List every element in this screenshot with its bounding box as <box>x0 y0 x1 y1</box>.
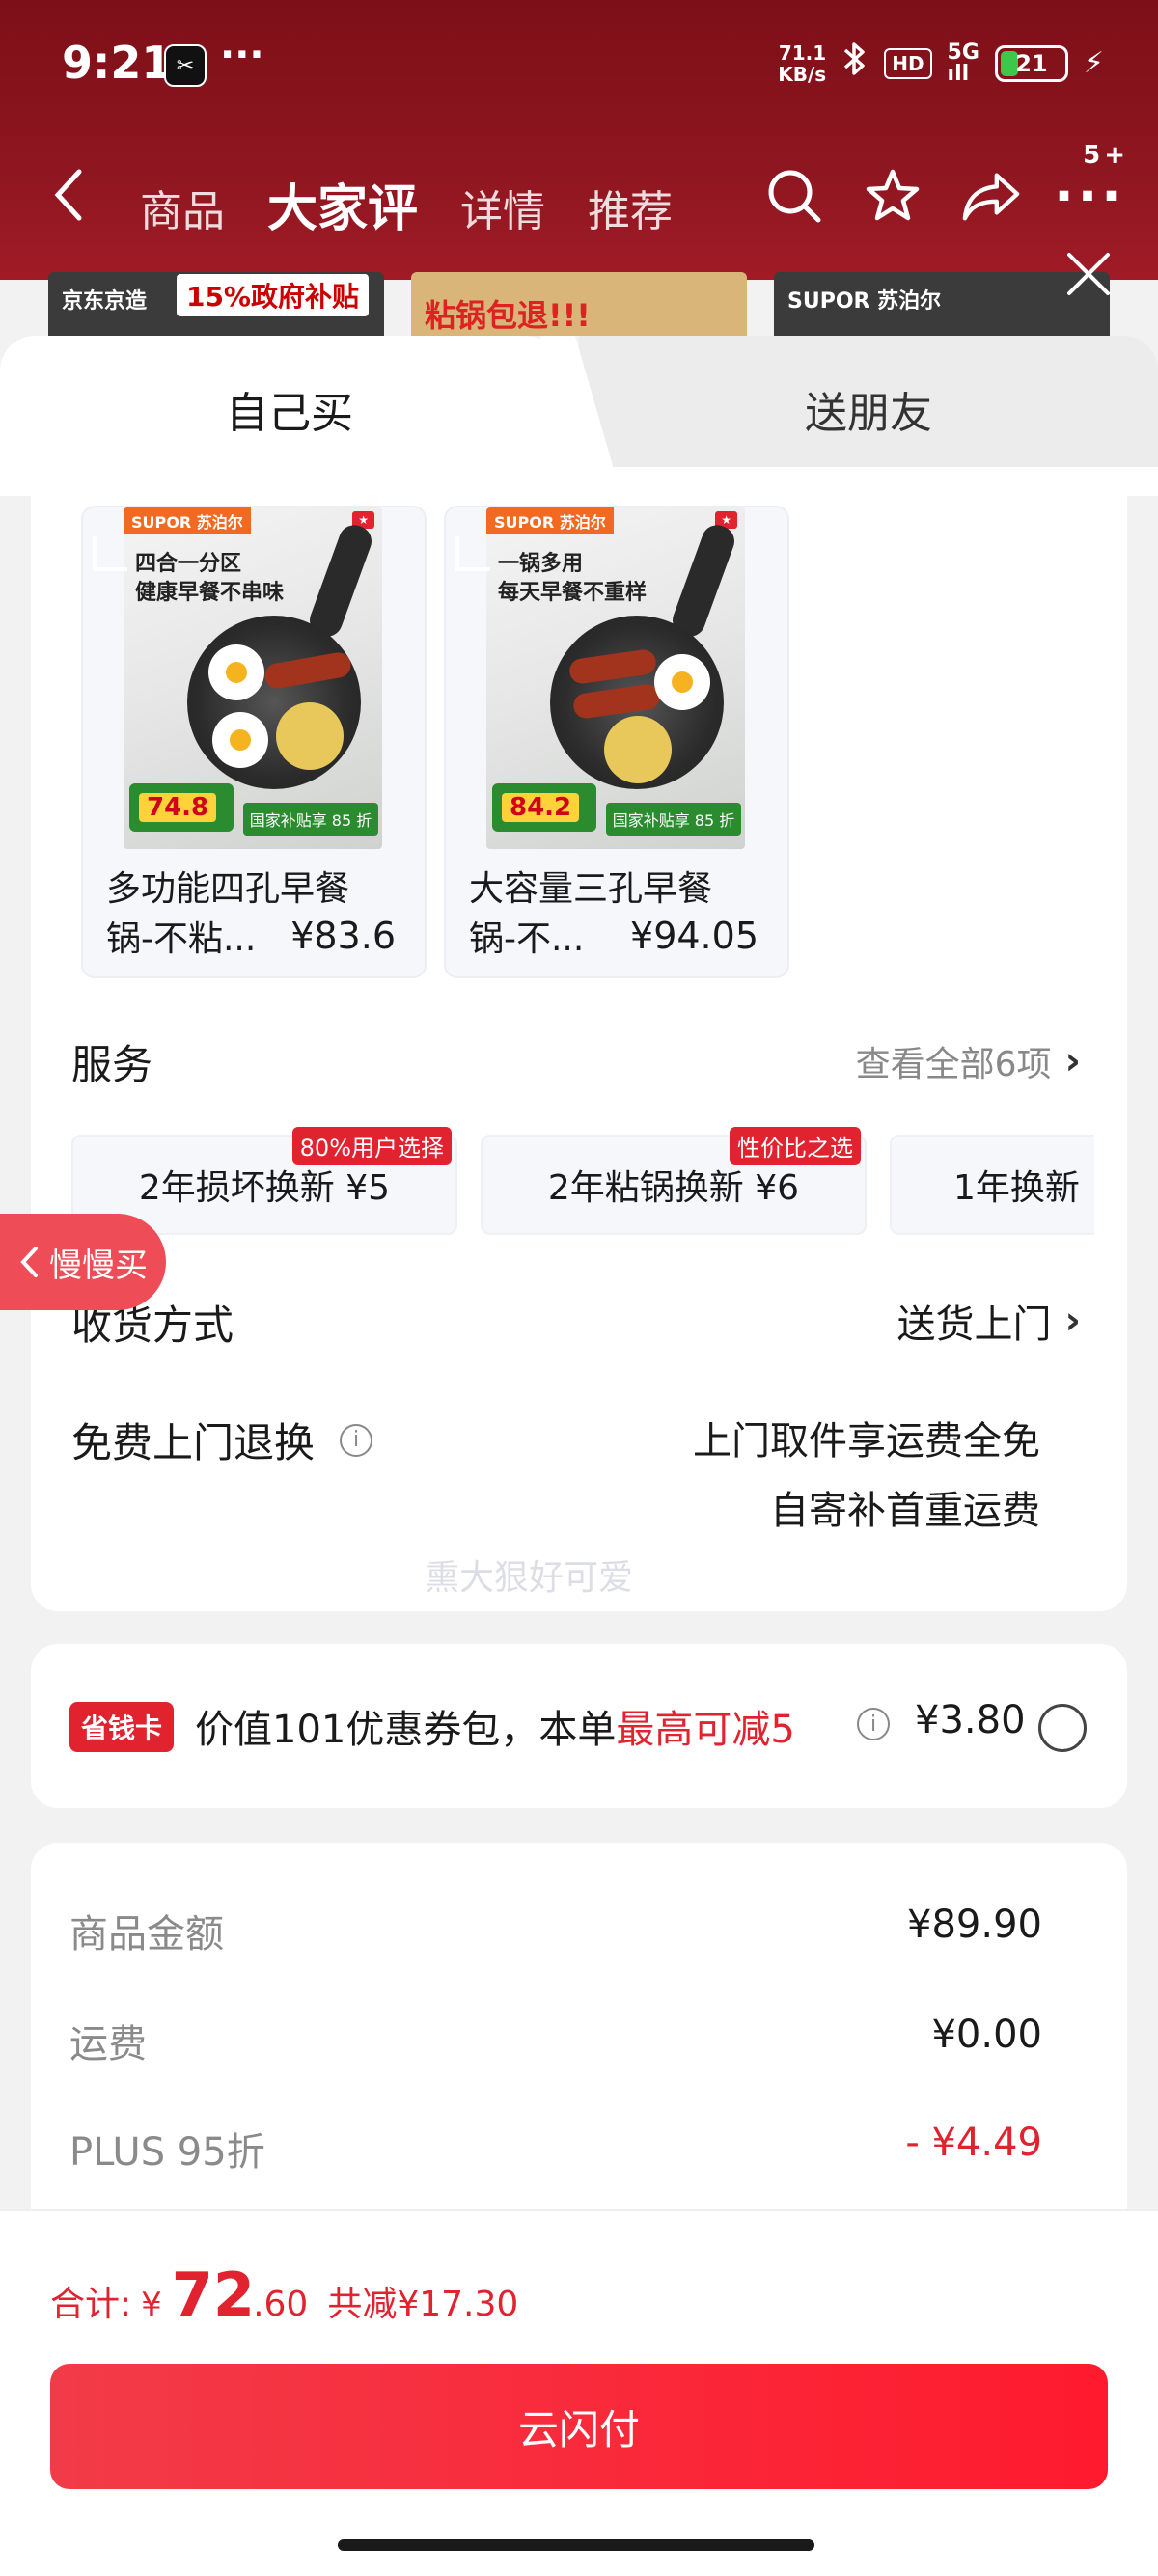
purchase-mode-tabs: 送朋友 自己买 <box>0 336 1158 482</box>
price-tag: 84.2 <box>492 783 596 832</box>
service-option[interactable]: 1年换新 <box>890 1135 1094 1235</box>
more-menu-icon[interactable]: ··· 5+ <box>1054 141 1125 227</box>
battery-icon: 21 <box>994 44 1068 82</box>
service-tag: 80%用户选择 <box>291 1127 452 1165</box>
order-options-card: SUPOR 苏泊尔 ★ 四合一分区 健康早餐不串味 74.8 国家补贴享 85 <box>0 467 1158 1611</box>
checkout-bar: 合计: ¥ 72 .60 共减¥17.30 云闪付 <box>0 2209 1158 2576</box>
total-saved: 共减¥17.30 <box>327 2285 519 2324</box>
slow-buy-button[interactable]: 慢慢买 <box>0 1214 166 1310</box>
search-icon[interactable] <box>764 166 824 226</box>
product-options: SUPOR 苏泊尔 ★ 四合一分区 健康早餐不串味 74.8 国家补贴享 85 <box>81 506 789 978</box>
coupon-select-radio[interactable] <box>1038 1704 1087 1752</box>
nav-actions: ··· 5+ <box>764 141 1125 227</box>
service-label: 服务 <box>71 1041 153 1088</box>
bluetooth-icon <box>841 41 868 86</box>
favorite-star-icon[interactable] <box>863 166 923 226</box>
unionpay-quickpass-button[interactable]: 云闪付 <box>50 2364 1108 2489</box>
view-all-services[interactable]: 查看全部6项 › <box>856 1036 1081 1086</box>
summary-row: 运费 ¥0.00 <box>69 2013 1042 2067</box>
free-return-details: 上门取件享运费全免 自寄补首重运费 <box>693 1419 1040 1533</box>
status-indicators: 71.1 KB/s HD 5G ıll 21 ⚡ <box>778 41 1104 86</box>
expand-image-icon[interactable] <box>93 536 127 571</box>
pan-graphic <box>187 616 361 789</box>
free-return-label: 免费上门退换 i <box>71 1411 373 1469</box>
product-image: SUPOR 苏泊尔 ★ 四合一分区 健康早餐不串味 74.8 国家补贴享 85 <box>124 507 382 849</box>
info-icon[interactable]: i <box>857 1708 890 1740</box>
nav-tabs: 商品 大家评 详情 推荐 <box>140 168 673 240</box>
service-tag: 性价比之选 <box>730 1127 861 1165</box>
share-icon[interactable] <box>961 166 1021 226</box>
chevron-left-icon <box>20 1247 38 1277</box>
tab-gift-friend[interactable]: 送朋友 <box>579 336 1158 482</box>
notification-count: 5+ <box>1083 141 1129 170</box>
watermark-text: 熏大狠好可爱 <box>425 1558 634 1598</box>
product-price: ¥83.6 <box>290 915 396 957</box>
hd-voice-icon: HD <box>884 47 932 79</box>
product-option[interactable]: SUPOR 苏泊尔 ★ 四合一分区 健康早餐不串味 74.8 国家补贴享 85 <box>81 506 427 978</box>
info-icon[interactable]: i <box>340 1423 373 1457</box>
coupon-card: 省钱卡 价值101优惠券包，本单最高可减5 i ¥3.80 <box>31 1644 1127 1808</box>
coupon-price: ¥3.80 <box>915 1698 1026 1742</box>
tab-details[interactable]: 详情 <box>460 177 545 238</box>
network-speed: 71.1 KB/s <box>778 41 827 86</box>
charging-icon: ⚡ <box>1083 46 1104 80</box>
chevron-right-icon: › <box>1064 1039 1081 1083</box>
chevron-right-icon: › <box>1064 1299 1081 1343</box>
pan-graphic <box>550 616 724 789</box>
expand-image-icon[interactable] <box>455 536 490 571</box>
total-amount: 合计: ¥ 72 .60 共减¥17.30 <box>50 2260 519 2330</box>
savings-card-badge: 省钱卡 <box>69 1702 175 1752</box>
product-image: SUPOR 苏泊尔 ★ 一锅多用 每天早餐不重样 84.2 国家补贴享 85 折 <box>486 507 745 849</box>
back-icon[interactable] <box>48 166 87 224</box>
service-option[interactable]: 2年粘锅换新 ¥6 性价比之选 <box>481 1127 867 1235</box>
delivery-method[interactable]: 送货上门 › <box>897 1293 1081 1349</box>
summary-row: 商品金额 ¥89.90 <box>69 1903 1042 1957</box>
status-time: 9:21 <box>62 37 173 89</box>
price-tag: 74.8 <box>129 783 234 832</box>
summary-row: PLUS 95折 - ¥4.49 <box>69 2121 1042 2175</box>
status-more-dots: ··· <box>220 33 264 77</box>
home-indicator[interactable] <box>338 2539 814 2551</box>
tab-reviews[interactable]: 大家评 <box>267 168 418 240</box>
product-nav-bar: 商品 大家评 详情 推荐 ··· 5+ <box>0 141 1158 251</box>
coupon-description: 价值101优惠券包，本单最高可减5 <box>195 1708 795 1752</box>
close-icon[interactable] <box>1063 249 1114 299</box>
signal-strength-icon: 5G ıll <box>947 40 979 86</box>
service-options: 2年损坏换新 ¥5 80%用户选择 2年粘锅换新 ¥6 性价比之选 1年换新 <box>71 1111 1094 1237</box>
tab-product[interactable]: 商品 <box>140 177 225 238</box>
status-bar: 9:21 ✂ ··· 71.1 KB/s HD 5G ıll 21 ⚡ <box>0 0 1158 130</box>
tab-recommend[interactable]: 推荐 <box>588 177 673 238</box>
product-option[interactable]: SUPOR 苏泊尔 ★ 一锅多用 每天早餐不重样 84.2 国家补贴享 85 折… <box>444 506 789 978</box>
capcut-app-icon: ✂ <box>164 44 207 87</box>
product-price: ¥94.05 <box>630 915 758 957</box>
tab-buy-self[interactable]: 自己买 <box>0 336 579 482</box>
